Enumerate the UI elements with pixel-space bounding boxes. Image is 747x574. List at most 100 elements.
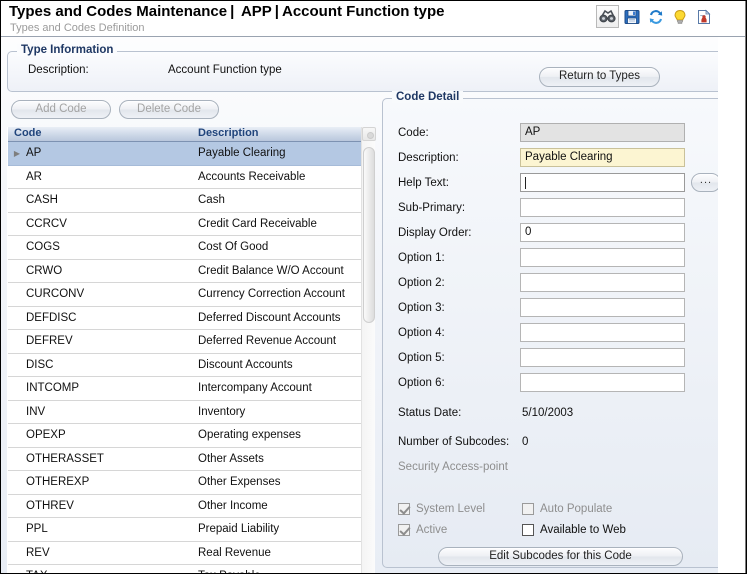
- column-header-description[interactable]: Description: [198, 127, 361, 141]
- toolbar: [596, 3, 716, 30]
- type-description-value: Account Function type: [168, 64, 282, 76]
- active-label: Active: [416, 524, 448, 536]
- option4-field-input[interactable]: [520, 323, 685, 342]
- binoculars-icon[interactable]: [596, 5, 619, 28]
- cell-description: Real Revenue: [198, 546, 271, 559]
- status-date-value: 5/10/2003: [522, 407, 574, 419]
- cell-description: Other Assets: [198, 452, 264, 465]
- table-row[interactable]: OTHERASSET Other Assets: [8, 447, 361, 471]
- option4-field-label: Option 4:: [398, 327, 445, 339]
- table-row[interactable]: OTHREV Other Income: [8, 494, 361, 518]
- table-row[interactable]: DEFDISC Deferred Discount Accounts: [8, 306, 361, 330]
- available-to-web-checkbox[interactable]: Available to Web: [522, 524, 626, 536]
- table-row[interactable]: ▶ AP Payable Clearing: [8, 142, 361, 166]
- cell-description: Prepaid Liability: [198, 523, 280, 536]
- column-header-code[interactable]: Code: [8, 127, 198, 141]
- table-row[interactable]: AR Accounts Receivable: [8, 165, 361, 189]
- option6-field-input[interactable]: [520, 373, 685, 392]
- type-information-legend: Type Information: [17, 44, 118, 56]
- cell-description: Cash: [198, 194, 225, 207]
- table-row[interactable]: REV Real Revenue: [8, 541, 361, 565]
- table-row[interactable]: CRWO Credit Balance W/O Account: [8, 259, 361, 283]
- save-icon[interactable]: [620, 5, 643, 28]
- cell-description: Deferred Revenue Account: [198, 335, 337, 348]
- table-row[interactable]: INTCOMP Intercompany Account: [8, 377, 361, 401]
- help-text-field-input[interactable]: [520, 173, 685, 192]
- cell-description: Operating expenses: [198, 429, 301, 442]
- table-row[interactable]: COGS Cost Of Good: [8, 236, 361, 260]
- cell-code: DEFDISC: [26, 311, 77, 324]
- option3-field-label: Option 3:: [398, 302, 445, 314]
- edit-subcodes-button[interactable]: Edit Subcodes for this Code: [438, 547, 683, 566]
- code-list[interactable]: Code Description ▶ AP Payable Clearing AR Ac…: [7, 127, 361, 573]
- lightbulb-icon[interactable]: [668, 5, 691, 28]
- option3-field-input[interactable]: [520, 298, 685, 317]
- table-row[interactable]: TAXTax Payable: [8, 565, 361, 573]
- code-field-label: Code:: [398, 127, 429, 139]
- table-row[interactable]: PPL Prepaid Liability: [8, 518, 361, 542]
- sub-primary-field-input[interactable]: [520, 198, 685, 217]
- table-row[interactable]: DEFREV Deferred Revenue Account: [8, 330, 361, 354]
- scrollbar-top-cap[interactable]: [362, 127, 376, 141]
- help-text-browse-button[interactable]: ...: [691, 173, 721, 192]
- code-list-body: ▶ AP Payable Clearing AR Accounts Receivable…: [8, 142, 361, 573]
- cell-description: Payable Clearing: [198, 147, 286, 160]
- option1-field-input[interactable]: [520, 248, 685, 267]
- table-row[interactable]: DISC Discount Accounts: [8, 353, 361, 377]
- page-title: Types and Codes Maintenance | APP | Account…: [9, 3, 444, 20]
- type-description-label: Description:: [28, 64, 89, 76]
- code-list-scrollbar[interactable]: [361, 127, 376, 573]
- app-header: Types and Codes Maintenance | APP | Account…: [1, 1, 746, 37]
- table-row[interactable]: OTHEREXP Other Expenses: [8, 471, 361, 495]
- cell-code: COGS: [26, 241, 60, 254]
- system-level-checkbox[interactable]: System Level: [398, 503, 485, 515]
- cell-code: PPL: [26, 523, 48, 536]
- checkbox-box-icon: [522, 503, 534, 515]
- option1-field-label: Option 1:: [398, 252, 445, 264]
- table-row[interactable]: INV Inventory: [8, 400, 361, 424]
- table-row[interactable]: CURCONV Currency Correction Account: [8, 283, 361, 307]
- display-order-field-input[interactable]: 0: [520, 223, 685, 242]
- right-gutter: [718, 37, 745, 573]
- cell-description: Discount Accounts: [198, 358, 293, 371]
- display-order-field-label: Display Order:: [398, 227, 472, 239]
- return-to-types-button[interactable]: Return to Types: [539, 67, 660, 87]
- report-icon[interactable]: [692, 5, 715, 28]
- cell-code: INTCOMP: [26, 382, 80, 395]
- table-row[interactable]: CCRCV Credit Card Receivable: [8, 212, 361, 236]
- system-level-label: System Level: [416, 503, 486, 515]
- title-separator-2: |: [274, 3, 279, 20]
- table-row[interactable]: CASH Cash: [8, 189, 361, 213]
- description-field-input[interactable]: Payable Clearing: [520, 148, 685, 167]
- text-caret: [525, 177, 526, 189]
- window-right-edge: [745, 1, 746, 573]
- cell-code: DEFREV: [26, 335, 73, 348]
- cell-code: AP: [26, 147, 42, 160]
- cell-code: DISC: [26, 358, 54, 371]
- cell-description: Credit Balance W/O Account: [198, 264, 344, 277]
- option2-field-label: Option 2:: [398, 277, 445, 289]
- auto-populate-checkbox[interactable]: Auto Populate: [522, 503, 612, 515]
- option5-field-input[interactable]: [520, 348, 685, 367]
- active-checkbox[interactable]: Active: [398, 524, 447, 536]
- add-code-button[interactable]: Add Code: [11, 100, 111, 119]
- status-date-label: Status Date:: [398, 407, 462, 419]
- cell-code: CCRCV: [26, 217, 67, 230]
- scrollbar-thumb[interactable]: [363, 147, 375, 323]
- code-detail-legend: Code Detail: [392, 91, 464, 103]
- cell-code: INV: [26, 405, 46, 418]
- cell-code: TAX: [26, 570, 198, 573]
- option2-field-input[interactable]: [520, 273, 685, 292]
- page-title-app: APP: [240, 3, 272, 20]
- cell-code: OTHREV: [26, 499, 74, 512]
- refresh-icon[interactable]: [644, 5, 667, 28]
- table-row[interactable]: OPEXP Operating expenses: [8, 424, 361, 448]
- row-selected-marker-icon: ▶: [13, 148, 21, 158]
- delete-code-button[interactable]: Delete Code: [119, 100, 219, 119]
- cell-code: CURCONV: [26, 288, 85, 301]
- title-separator-1: |: [230, 3, 235, 20]
- cell-code: OTHEREXP: [26, 476, 90, 489]
- checkbox-box-icon: [398, 524, 410, 536]
- cell-description: Deferred Discount Accounts: [198, 311, 341, 324]
- option6-field-label: Option 6:: [398, 377, 445, 389]
